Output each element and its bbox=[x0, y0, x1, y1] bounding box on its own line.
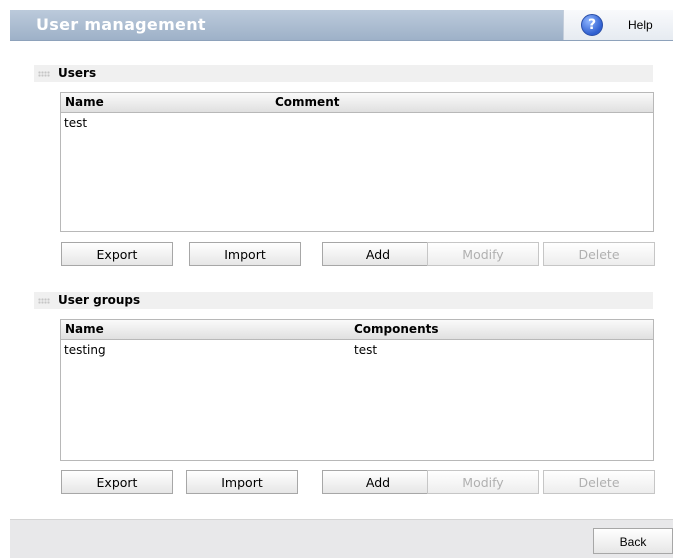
users-import-button[interactable]: Import bbox=[189, 242, 301, 266]
grip-icon bbox=[38, 71, 50, 77]
column-header-comment[interactable]: Comment bbox=[275, 95, 339, 109]
groups-delete-button[interactable]: Delete bbox=[543, 470, 655, 494]
groups-modify-button[interactable]: Modify bbox=[427, 470, 539, 494]
users-table[interactable]: Name Comment test bbox=[60, 92, 654, 232]
groups-export-button[interactable]: Export bbox=[61, 470, 173, 494]
footer-bar: Back bbox=[10, 519, 673, 558]
users-delete-button[interactable]: Delete bbox=[543, 242, 655, 266]
header-bar: User management ? Help bbox=[10, 10, 673, 41]
help-icon[interactable]: ? bbox=[581, 14, 603, 36]
cell-group-components[interactable]: test bbox=[354, 343, 377, 357]
users-section-header: Users bbox=[34, 65, 653, 82]
column-header-name[interactable]: Name bbox=[65, 322, 104, 336]
groups-section-header: User groups bbox=[34, 292, 653, 309]
users-modify-button[interactable]: Modify bbox=[427, 242, 539, 266]
users-section-title: Users bbox=[58, 66, 97, 80]
cell-group-name[interactable]: testing bbox=[64, 343, 106, 357]
column-header-name[interactable]: Name bbox=[65, 95, 104, 109]
back-button[interactable]: Back bbox=[593, 528, 673, 554]
groups-table-header: Name Components bbox=[61, 320, 653, 340]
groups-import-button[interactable]: Import bbox=[186, 470, 298, 494]
user-management-window: User management ? Help Users Name Commen… bbox=[10, 0, 673, 558]
groups-table[interactable]: Name Components testing test bbox=[60, 319, 654, 461]
users-add-button[interactable]: Add bbox=[322, 242, 434, 266]
cell-user-name[interactable]: test bbox=[64, 116, 87, 130]
users-export-button[interactable]: Export bbox=[61, 242, 173, 266]
grip-icon bbox=[38, 298, 50, 304]
page-title: User management bbox=[36, 15, 206, 34]
help-button[interactable]: ? Help bbox=[563, 10, 673, 40]
help-label[interactable]: Help bbox=[628, 18, 653, 32]
groups-add-button[interactable]: Add bbox=[322, 470, 434, 494]
column-header-components[interactable]: Components bbox=[354, 322, 439, 336]
groups-section-title: User groups bbox=[58, 293, 141, 307]
users-table-header: Name Comment bbox=[61, 93, 653, 113]
